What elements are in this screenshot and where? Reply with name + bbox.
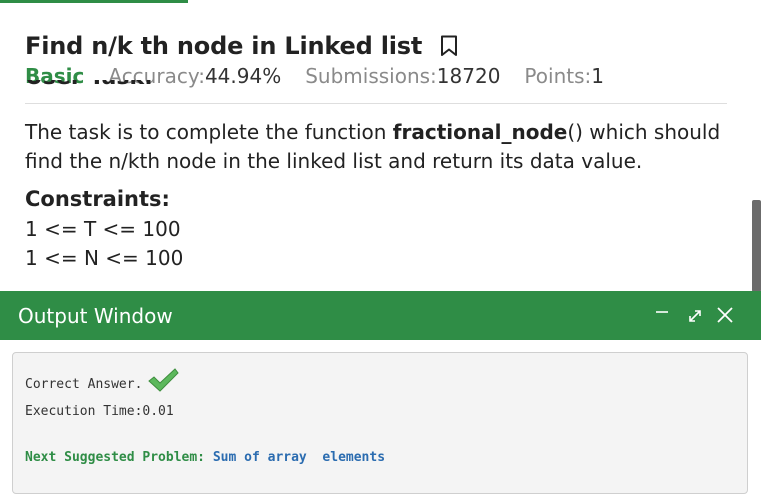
close-icon[interactable] — [713, 303, 737, 327]
next-suggested-problem: Next Suggested Problem: Sum of array ele… — [25, 450, 385, 465]
submissions-value: 18720 — [436, 64, 501, 88]
points-value: 1 — [591, 64, 604, 88]
output-panel: Correct Answer. Execution Time:0.01 Next… — [12, 352, 748, 494]
minimize-icon[interactable] — [650, 303, 674, 327]
correct-answer-row: Correct Answer. — [25, 368, 180, 394]
constraint-item: 1 <= N <= 100 — [25, 246, 184, 270]
task-description: The task is to complete the function fra… — [25, 118, 725, 176]
output-window-header: Output Window — [0, 291, 761, 340]
divider — [25, 103, 727, 104]
correct-answer-text: Correct Answer. — [25, 376, 143, 392]
problem-panel: Find n/k th node in Linked list Basic Ac… — [0, 0, 750, 292]
submissions-label: Submissions: — [305, 64, 437, 88]
execution-time: Execution Time:0.01 — [25, 404, 174, 419]
expand-icon[interactable] — [683, 303, 707, 327]
user-task-heading-text: User Task: — [25, 80, 225, 90]
bookmark-icon[interactable] — [440, 35, 458, 57]
constraint-item: 1 <= T <= 100 — [25, 217, 181, 241]
constraints-title: Constraints: — [25, 187, 170, 211]
title-row: Find n/k th node in Linked list — [25, 32, 458, 60]
output-window-title: Output Window — [18, 304, 173, 328]
user-task-heading: User Task: — [25, 80, 225, 102]
next-suggested-link[interactable]: Sum of array elements — [213, 450, 385, 465]
points-label: Points: — [524, 64, 592, 88]
task-function-name: fractional_node — [392, 120, 568, 144]
checkmark-icon — [148, 368, 180, 392]
next-suggested-label: Next Suggested Problem: — [25, 450, 213, 465]
scrollbar-thumb[interactable] — [752, 200, 761, 292]
task-prefix: The task is to complete the function — [25, 120, 393, 144]
problem-title: Find n/k th node in Linked list — [25, 32, 423, 60]
